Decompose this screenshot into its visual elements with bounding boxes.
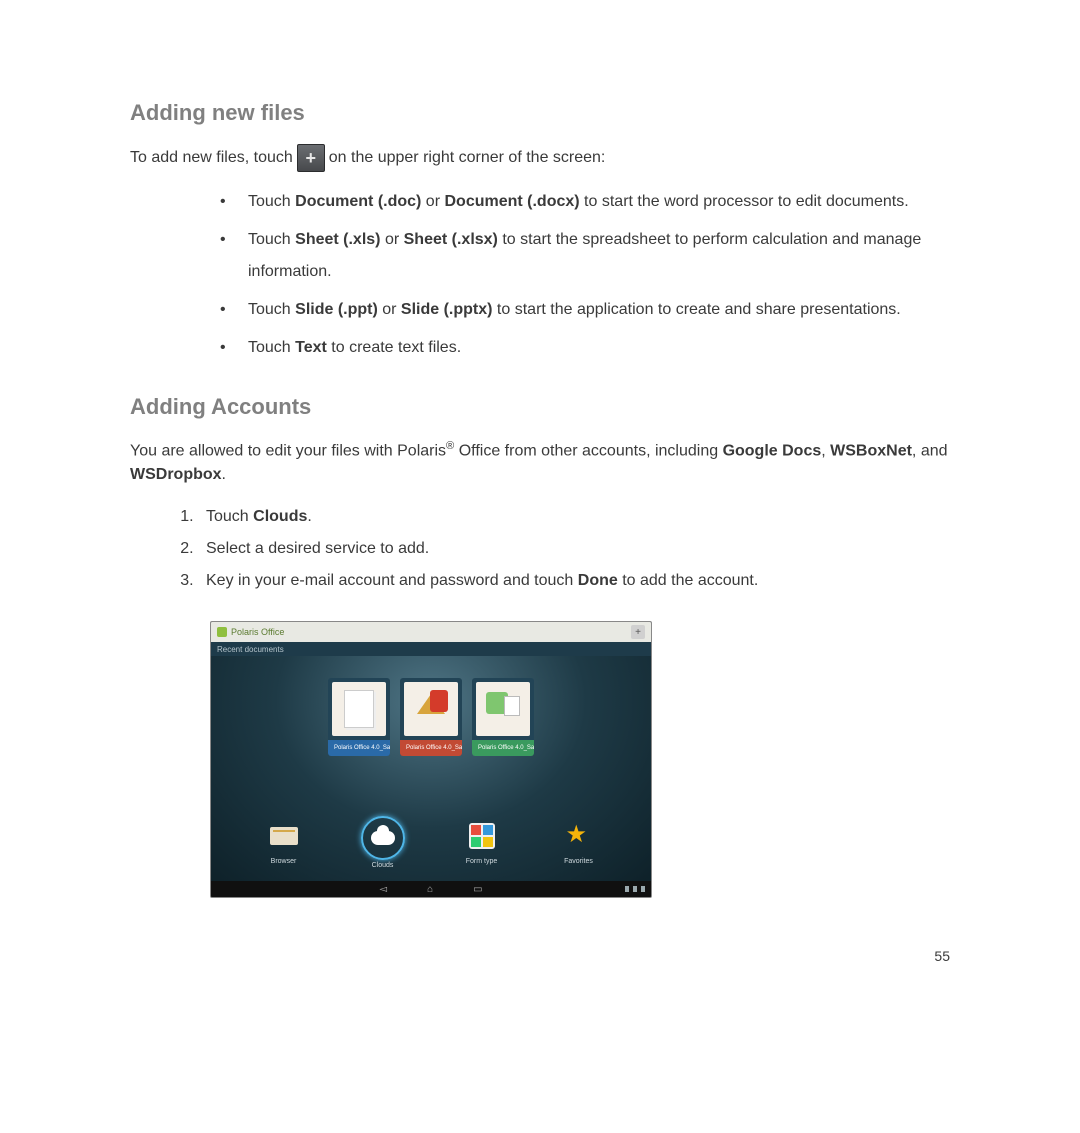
subheader: Recent documents	[211, 642, 651, 656]
recent-icon[interactable]: ▭	[473, 884, 482, 895]
bold-text: Text	[295, 339, 327, 356]
text: on the upper right corner of the screen:	[329, 146, 606, 170]
list-item: Touch Text to create text files.	[220, 332, 950, 364]
document-page: Adding new files To add new files, touch…	[0, 0, 1080, 1024]
bullet-list: Touch Document (.doc) or Document (.docx…	[130, 186, 950, 364]
recent-cards: Polaris Office 4.0_Sample.docx Polaris O…	[328, 678, 534, 756]
bold-text: Slide (.ppt)	[295, 301, 378, 318]
bold-text: Sheet (.xlsx)	[404, 231, 498, 248]
bold-text: Document (.doc)	[295, 193, 421, 210]
text: to create text files.	[327, 339, 461, 356]
app-header: Polaris Office +	[211, 622, 651, 642]
text: Touch	[206, 508, 253, 525]
heading-adding-accounts: Adding Accounts	[130, 394, 950, 420]
label: Browser	[271, 858, 297, 865]
text: ,	[821, 442, 830, 459]
favorites-button[interactable]: ★ Favorites	[559, 816, 599, 869]
filename: Polaris Office 4.0_Sample.docx	[334, 745, 390, 751]
ppt-thumbnail-icon	[404, 682, 458, 736]
browser-button[interactable]: Browser	[264, 816, 304, 869]
add-file-icon[interactable]: +	[631, 625, 645, 639]
formtype-button[interactable]: Form type	[462, 816, 502, 869]
bold-text: WSBoxNet	[830, 442, 912, 459]
text: Touch	[248, 301, 295, 318]
android-navbar: ◅ ⌂ ▭	[211, 881, 651, 897]
doc-card[interactable]: Polaris Office 4.0_Sample.docx	[328, 678, 390, 756]
bold-text: Google Docs	[723, 442, 822, 459]
cloud-icon	[371, 831, 395, 845]
bold-text: Slide (.pptx)	[401, 301, 493, 318]
filename: Polaris Office 4.0_Sample.xlsx	[478, 745, 534, 751]
folder-icon	[270, 827, 298, 845]
xls-card[interactable]: Polaris Office 4.0_Sample.xlsx	[472, 678, 534, 756]
accounts-paragraph: You are allowed to edit your files with …	[130, 438, 950, 487]
star-icon: ★	[566, 823, 592, 849]
text: or	[378, 301, 401, 318]
text: Touch	[248, 339, 295, 356]
bold-text: Done	[578, 572, 618, 589]
label: Form type	[466, 858, 498, 865]
page-number: 55	[130, 948, 950, 964]
app-title: Polaris Office	[231, 627, 284, 637]
label: Favorites	[564, 858, 593, 865]
text: .	[222, 466, 226, 483]
ppt-card[interactable]: Polaris Office 4.0_Sample.pptx	[400, 678, 462, 756]
bold-text: Sheet (.xls)	[295, 231, 380, 248]
text: to add the account.	[618, 572, 759, 589]
list-item: Touch Clouds.	[198, 501, 950, 533]
text: to start the word processor to edit docu…	[580, 193, 909, 210]
status-icons	[625, 886, 645, 892]
label: Clouds	[372, 862, 394, 869]
text: Touch	[248, 193, 295, 210]
bottom-nav: Browser Clouds Form type ★ Favorites	[211, 816, 651, 869]
tablet-screenshot: Polaris Office + Recent documents Polari…	[210, 621, 652, 898]
doc-thumbnail-icon	[332, 682, 386, 736]
text: to start the application to create and s…	[492, 301, 900, 318]
list-item: Touch Slide (.ppt) or Slide (.pptx) to s…	[220, 294, 950, 326]
intro-paragraph: To add new files, touch + on the upper r…	[130, 144, 950, 172]
numbered-steps: Touch Clouds. Select a desired service t…	[130, 501, 950, 597]
grid-icon	[469, 823, 495, 849]
text: or	[381, 231, 404, 248]
list-item: Touch Document (.doc) or Document (.docx…	[220, 186, 950, 218]
list-item: Touch Sheet (.xls) or Sheet (.xlsx) to s…	[220, 224, 950, 288]
text: Touch	[248, 231, 295, 248]
text: , and	[912, 442, 948, 459]
text: To add new files, touch	[130, 146, 293, 170]
text: or	[421, 193, 444, 210]
text: Office from other accounts, including	[454, 442, 722, 459]
text: .	[307, 508, 311, 525]
home-icon[interactable]: ⌂	[427, 884, 433, 895]
bold-text: Clouds	[253, 508, 307, 525]
bold-text: Document (.docx)	[444, 193, 579, 210]
text: Key in your e-mail account and password …	[206, 572, 578, 589]
bold-text: WSDropbox	[130, 466, 222, 483]
heading-adding-new-files: Adding new files	[130, 100, 950, 126]
xls-thumbnail-icon	[476, 682, 530, 736]
polaris-logo-icon	[217, 627, 227, 637]
plus-icon: +	[297, 144, 325, 172]
list-item: Key in your e-mail account and password …	[198, 565, 950, 597]
clouds-button[interactable]: Clouds	[361, 816, 405, 869]
list-item: Select a desired service to add.	[198, 533, 950, 565]
text: You are allowed to edit your files with …	[130, 442, 446, 459]
back-icon[interactable]: ◅	[379, 884, 387, 895]
app-body: Polaris Office 4.0_Sample.docx Polaris O…	[211, 656, 651, 881]
filename: Polaris Office 4.0_Sample.pptx	[406, 745, 462, 751]
